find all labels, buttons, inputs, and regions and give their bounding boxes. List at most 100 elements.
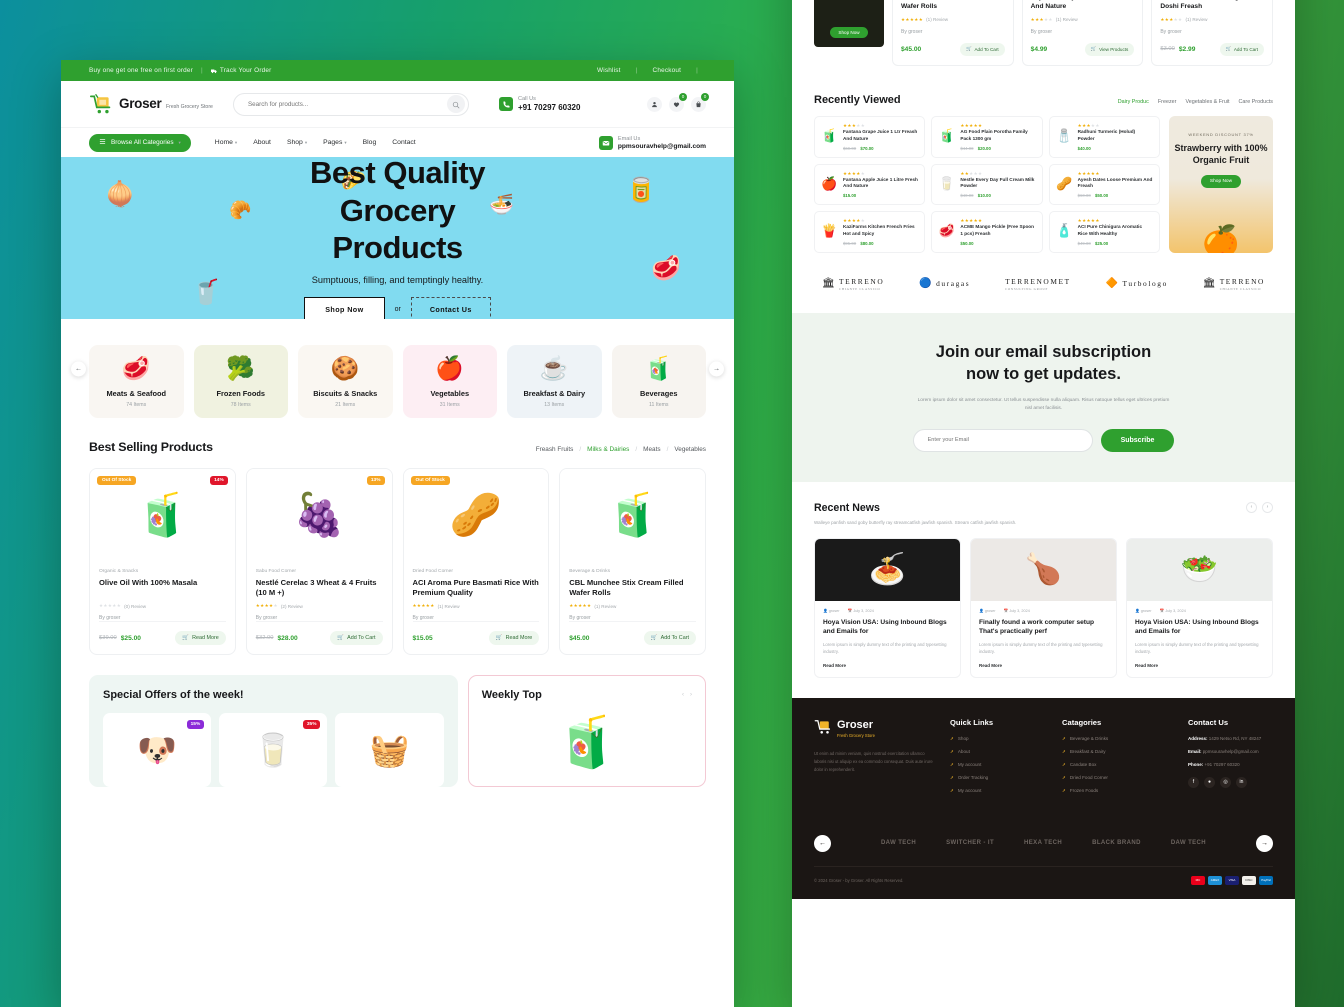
- search-button[interactable]: [446, 95, 465, 113]
- offer-card[interactable]: 🧺: [335, 713, 444, 788]
- account-button[interactable]: [647, 96, 662, 112]
- wishlist-link[interactable]: Wishlist: [597, 67, 621, 74]
- subscribe-button[interactable]: Subscribe: [1100, 428, 1175, 452]
- product-card[interactable]: 🧃 Beverage & Drinks CBL Munchee Stix Cre…: [559, 468, 706, 656]
- best-selling-tab[interactable]: Freash Fruits: [536, 446, 574, 453]
- shop-now-button[interactable]: Shop Now: [304, 297, 385, 319]
- partner-logo[interactable]: DAW TECH: [881, 840, 916, 846]
- brand-logo-item[interactable]: 🔶 Turbologo: [1106, 277, 1168, 290]
- recently-viewed-item[interactable]: 🧃 ★★★★★ AG Food Plain Porotha Family Pac…: [931, 115, 1043, 158]
- category-card[interactable]: 🥩 Meats & Seafood 74 Items: [89, 345, 184, 418]
- recently-viewed-tab[interactable]: Freezer: [1158, 99, 1177, 105]
- offer-card[interactable]: 35% 🥛: [219, 713, 328, 788]
- recently-viewed-tab[interactable]: Dairy Produc: [1118, 99, 1149, 105]
- nav-item-about[interactable]: About: [253, 139, 271, 146]
- product-card[interactable]: Seylon Family Blend Tea Freash And Natur…: [1021, 0, 1144, 66]
- partners-next-button[interactable]: →: [1255, 834, 1273, 852]
- product-action-button[interactable]: 🛒 Add To Cart: [643, 631, 696, 646]
- track-order-link[interactable]: Track Your Order: [220, 67, 272, 74]
- twitter-icon[interactable]: ●: [1204, 776, 1215, 788]
- category-card[interactable]: 🍪 Biscuits & Snacks 21 Items: [298, 345, 393, 418]
- category-card[interactable]: 🧃 Beverages 11 Items: [611, 345, 706, 418]
- recently-viewed-item[interactable]: 🥩 ★★★★★ ACME Mango Pickle (Free Spoon 1 …: [931, 211, 1043, 253]
- recently-viewed-item[interactable]: 🧴 ★★★★★ ACI Pure Chinigura Aromatic Rice…: [1048, 211, 1160, 253]
- news-prev-button[interactable]: ‹: [1246, 501, 1257, 513]
- footer-link[interactable]: ➚ Order Tracking: [950, 775, 1046, 781]
- wishlist-button[interactable]: 0: [669, 92, 687, 112]
- footer-link[interactable]: ➚ Shop: [950, 736, 1046, 742]
- product-action-button[interactable]: 🛒 View Products: [1084, 42, 1135, 56]
- thumb-shop-now-button[interactable]: Shop Now: [830, 27, 868, 38]
- search-input[interactable]: [247, 100, 447, 108]
- news-card[interactable]: 🍝 👤 groser 📅 July 3, 2024 Hoya Vision US…: [814, 537, 961, 678]
- email-us-block[interactable]: Email Us ppmsouravhelp@gmail.com: [598, 135, 706, 150]
- brand-logo-item[interactable]: 🏛 TERRENO CHIANTE CLASSICO: [1203, 277, 1265, 291]
- product-action-button[interactable]: 🛒 Read More: [488, 631, 540, 646]
- product-card[interactable]: Out Of Stock 🥜 Dried Food Corner ACI Aro…: [402, 468, 550, 656]
- recently-viewed-tab[interactable]: Care Products: [1239, 99, 1273, 105]
- brand-logo-item[interactable]: 🏛 TERRENO CHIANTE CLASSICO: [822, 277, 884, 291]
- footer-link[interactable]: ➚ Candate Box: [1062, 762, 1172, 768]
- best-selling-tab[interactable]: Vegetables: [674, 446, 706, 453]
- recently-viewed-item[interactable]: 🥛 ★★★★★ Nestle Every Day Full Cream Milk…: [931, 163, 1043, 206]
- recently-viewed-tab[interactable]: Vegetables & Fruit: [1185, 99, 1229, 105]
- nav-item-contact[interactable]: Contact: [392, 139, 415, 146]
- partner-logo[interactable]: DAW TECH: [1171, 840, 1206, 846]
- linkedin-icon[interactable]: in: [1236, 776, 1247, 788]
- best-selling-tab[interactable]: Meats: [643, 446, 660, 453]
- nav-item-blog[interactable]: Blog: [363, 139, 377, 146]
- footer-link[interactable]: ➚ My account: [950, 788, 1046, 794]
- best-selling-tab[interactable]: Milks & Dairies: [587, 446, 629, 453]
- promo-shop-now-button[interactable]: Shop Now: [1200, 175, 1242, 189]
- category-card[interactable]: ☕ Breakfast & Dairy 13 Items: [507, 345, 602, 418]
- nav-item-home[interactable]: Home ▾: [215, 139, 237, 146]
- instagram-icon[interactable]: ◎: [1220, 776, 1231, 788]
- product-card[interactable]: Pran Dhaka Cheese 100gm Doshi Freash ★★★…: [1151, 0, 1274, 66]
- weekly-next-button[interactable]: ›: [690, 692, 692, 698]
- weekly-prev-button[interactable]: ‹: [682, 692, 684, 698]
- brand-logo-item[interactable]: TERRENOMET CONSULTING GROUP: [1005, 277, 1071, 291]
- footer-link[interactable]: ➚ About: [950, 749, 1046, 755]
- contact-us-button[interactable]: Contact Us: [410, 297, 491, 319]
- partner-logo[interactable]: HEXA TECH: [1024, 840, 1062, 846]
- facebook-icon[interactable]: f: [1188, 776, 1199, 788]
- product-action-button[interactable]: 🛒 Add To Cart: [960, 42, 1005, 56]
- product-card[interactable]: 13% 🍇 Sabu Food Corner Nestlé Cerelac 3 …: [245, 468, 393, 656]
- category-prev-button[interactable]: ←: [71, 361, 86, 376]
- checkout-link[interactable]: Checkout: [653, 67, 682, 74]
- product-card[interactable]: CBL Munchee Stix Cream Filled Wafer Roll…: [892, 0, 1014, 66]
- recently-viewed-item[interactable]: 🍟 ★★★★★ KaziFarms Kitchen French Fries H…: [814, 211, 926, 253]
- category-next-button[interactable]: →: [709, 361, 724, 376]
- product-action-button[interactable]: 🛒 Read More: [175, 631, 226, 646]
- footer-link[interactable]: ➚ Dried Food Corner: [1062, 775, 1172, 781]
- partner-logo[interactable]: BLACK BRAND: [1092, 840, 1141, 846]
- recently-viewed-item[interactable]: 🧃 ★★★★★ Fantana Grape Juice 1 Ltr Freash…: [814, 115, 926, 158]
- partner-logo[interactable]: SWITCHER - IT: [946, 840, 994, 846]
- nav-item-pages[interactable]: Pages ▾: [323, 139, 347, 146]
- news-read-more-link[interactable]: Read More: [823, 663, 952, 668]
- footer-link[interactable]: ➚ Breakfast & Dairy: [1062, 749, 1172, 755]
- news-read-more-link[interactable]: Read More: [1135, 663, 1264, 668]
- news-read-more-link[interactable]: Read More: [979, 663, 1108, 668]
- search-bar[interactable]: [232, 92, 469, 116]
- product-action-button[interactable]: 🛒 Add To Cart: [1219, 42, 1265, 56]
- category-card[interactable]: 🥦 Frozen Foods 78 Items: [193, 345, 288, 418]
- footer-link[interactable]: ➚ Frozen Foods: [1062, 788, 1172, 794]
- subscription-email-input[interactable]: [912, 428, 1093, 452]
- footer-link[interactable]: ➚ My account: [950, 762, 1046, 768]
- news-next-button[interactable]: ›: [1262, 501, 1273, 513]
- browse-categories-button[interactable]: Browse All Categories ▾: [89, 133, 191, 152]
- nav-item-shop[interactable]: Shop ▾: [287, 139, 307, 146]
- recently-viewed-item[interactable]: 🍎 ★★★★★ Fantana Apple Juice 1 Litre Fres…: [814, 163, 926, 206]
- footer-link[interactable]: ➚ Beverage & Drinks: [1062, 736, 1172, 742]
- recently-viewed-item[interactable]: 🧂 ★★★★★ Radhuni Turmeric (Holud) Powder …: [1048, 115, 1160, 158]
- recently-viewed-item[interactable]: 🥜 ★★★★★ Ayesh Dates Loose Premium And Fr…: [1048, 163, 1160, 206]
- promo-banner[interactable]: WEEKEND DISCOUNT 37% Strawberry with 100…: [1169, 115, 1273, 253]
- partners-prev-button[interactable]: ←: [814, 834, 831, 852]
- brand-logo-item[interactable]: 🔵 duragas: [919, 277, 970, 290]
- product-card[interactable]: Out Of Stock 14% 🧃 Organic & Snacks Oliv…: [89, 468, 236, 656]
- call-us-block[interactable]: Call Us +91 70297 60320: [498, 96, 580, 112]
- cart-button[interactable]: 0: [691, 92, 709, 112]
- category-card[interactable]: 🍎 Vegetables 31 Items: [402, 345, 497, 418]
- brand-logo[interactable]: Groser Fresh Grocery Store: [89, 93, 213, 115]
